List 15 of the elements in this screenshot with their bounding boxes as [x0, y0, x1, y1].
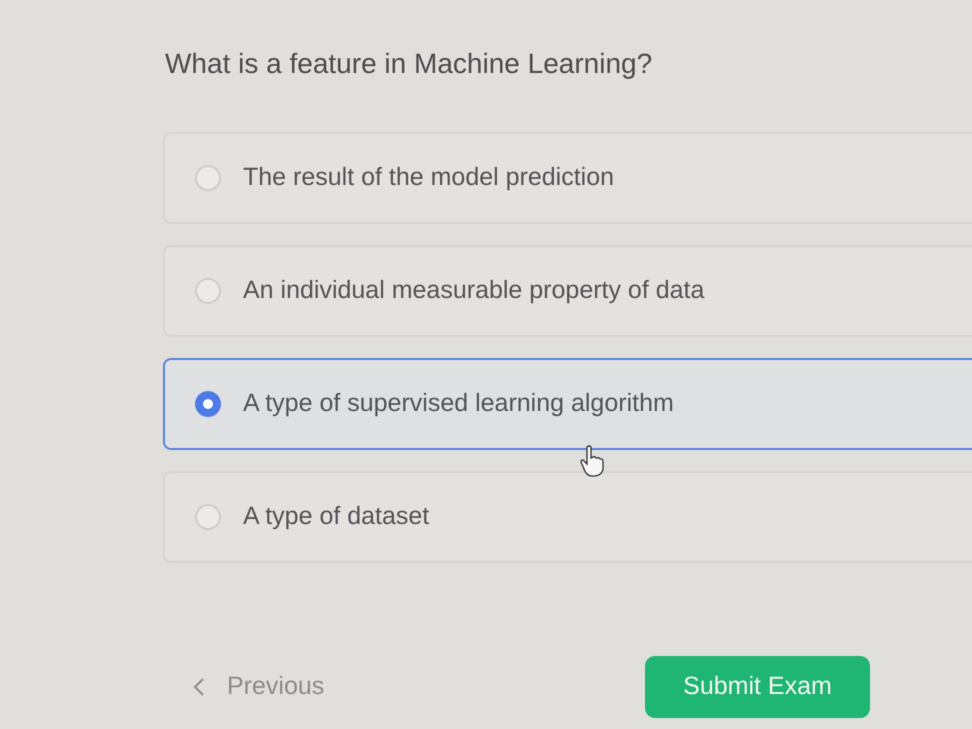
- radio-selected-icon[interactable]: [195, 391, 221, 417]
- question-text: What is a feature in Machine Learning?: [165, 47, 652, 81]
- answer-option[interactable]: The result of the model prediction: [163, 132, 972, 224]
- answer-option[interactable]: A type of dataset: [163, 471, 972, 563]
- hand-pointer-cursor-icon: [580, 445, 604, 477]
- radio-empty-icon[interactable]: [195, 278, 221, 304]
- chevron-left-icon: [193, 677, 205, 697]
- option-label: The result of the model prediction: [243, 162, 614, 194]
- option-label: A type of supervised learning algorithm: [243, 388, 674, 420]
- answer-option[interactable]: An individual measurable property of data: [163, 245, 972, 337]
- radio-empty-icon[interactable]: [195, 165, 221, 191]
- answer-option[interactable]: A type of supervised learning algorithm: [163, 358, 972, 450]
- option-label: A type of dataset: [243, 501, 430, 532]
- radio-empty-icon[interactable]: [195, 504, 221, 530]
- option-label: An individual measurable property of data: [243, 275, 704, 306]
